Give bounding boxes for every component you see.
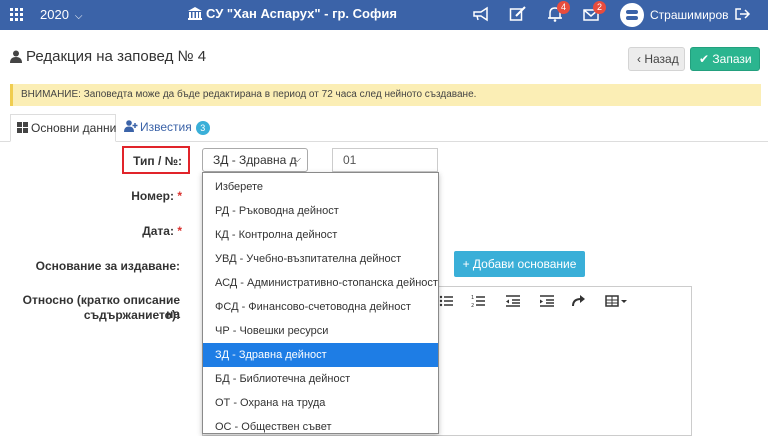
alert-text: ВНИМАНИЕ: Заповедта може да бъде редакти… [21, 89, 477, 100]
add-basis-button[interactable]: + Добави основание [454, 251, 585, 277]
chevron-down-icon: ⌵ [293, 154, 301, 165]
type-select[interactable]: ЗД - Здравна д ⌵ [202, 148, 308, 172]
top-navbar: 2020 ⌵ СУ "Хан Аспарух" - гр. София 4 2 С… [0, 0, 768, 30]
dropdown-option[interactable]: ФСД - Финансово-счетоводна дейност [203, 295, 438, 319]
school-title: СУ "Хан Аспарух" - гр. София [188, 6, 397, 21]
dropdown-option[interactable]: РД - Ръководна дейност [203, 199, 438, 223]
number-label: Номер: * [131, 189, 182, 203]
basis-label: Основание за издаване: [35, 259, 180, 273]
user-icon [10, 50, 22, 63]
dropdown-option[interactable]: Изберете [203, 175, 438, 199]
type-dropdown-list: Изберете РД - Ръководна дейност КД - Кон… [202, 172, 439, 434]
chevron-down-icon: ⌵ [74, 11, 83, 22]
dropdown-option[interactable]: ОТ - Охрана на труда [203, 391, 438, 415]
year-selector[interactable]: 2020 ⌵ [40, 7, 83, 22]
avatar [620, 3, 644, 27]
tab-news-label: Известия [140, 120, 192, 134]
notifications-badge: 4 [557, 1, 570, 14]
about-label-line-2: съдържанието): [83, 308, 180, 322]
check-icon: ✔ [699, 52, 710, 66]
school-name: СУ "Хан Аспарух" - гр. София [206, 6, 397, 21]
number-input[interactable]: 01 [332, 148, 438, 172]
dropdown-option[interactable]: ОС - Обществен съвет [203, 415, 438, 433]
bell-icon[interactable]: 4 [546, 1, 570, 24]
school-building-icon [188, 7, 202, 20]
dropdown-option[interactable]: БД - Библиотечна дейност [203, 367, 438, 391]
dropdown-option[interactable]: УВД - Учебно-възпитателна дейност [203, 247, 438, 271]
apps-grid-icon[interactable] [10, 8, 24, 22]
table-icon[interactable] [605, 294, 629, 308]
dropdown-option-selected[interactable]: ЗД - Здравна дейност [203, 343, 438, 367]
warning-alert: ВНИМАНИЕ: Заповедта може да бъде редакти… [10, 84, 761, 106]
svg-text:1: 1 [471, 295, 474, 301]
type-label: Тип / №: [133, 154, 182, 168]
tab-main-label: Основни данни [31, 121, 117, 135]
tab-bar: Основни данни Известия 3 [0, 114, 768, 142]
outdent-icon[interactable] [505, 294, 521, 308]
dropdown-option[interactable]: АСД - Административно-стопанска дейност [203, 271, 438, 295]
page-title-text: Редакция на заповед № 4 [26, 48, 207, 65]
year-value: 2020 [40, 7, 69, 22]
svg-text:2: 2 [471, 303, 474, 308]
username: Страшимиров [650, 8, 729, 22]
back-label: Назад [644, 52, 679, 66]
grid-icon [17, 122, 28, 133]
type-select-value: ЗД - Здравна д [213, 153, 297, 167]
bullet-list-icon[interactable] [439, 294, 455, 308]
bullhorn-icon[interactable] [472, 6, 492, 24]
required-mark: * [177, 224, 182, 238]
dropdown-option[interactable]: ЧР - Човешки ресурси [203, 319, 438, 343]
tab-notifications[interactable]: Известия 3 [118, 114, 216, 142]
dropdown-option[interactable]: КД - Контролна дейност [203, 223, 438, 247]
user-plus-icon [124, 120, 138, 132]
logout-icon[interactable] [733, 6, 753, 24]
edit-icon[interactable] [509, 6, 529, 24]
redo-icon[interactable] [571, 294, 587, 308]
required-mark: * [177, 189, 182, 203]
tab-main-data[interactable]: Основни данни [10, 114, 116, 142]
back-button[interactable]: ‹ Назад [628, 47, 685, 71]
envelope-icon[interactable]: 2 [582, 1, 606, 24]
indent-icon[interactable] [539, 294, 555, 308]
save-button[interactable]: ✔ Запази [690, 47, 760, 71]
chevron-left-icon: ‹ [637, 52, 641, 66]
notifications-count-badge: 3 [195, 121, 210, 135]
save-label: Запази [712, 52, 752, 66]
numbered-list-icon[interactable]: 12 [471, 294, 487, 309]
date-label: Дата: * [142, 224, 182, 238]
messages-badge: 2 [593, 1, 606, 14]
page-title: Редакция на заповед № 4 [10, 48, 206, 65]
